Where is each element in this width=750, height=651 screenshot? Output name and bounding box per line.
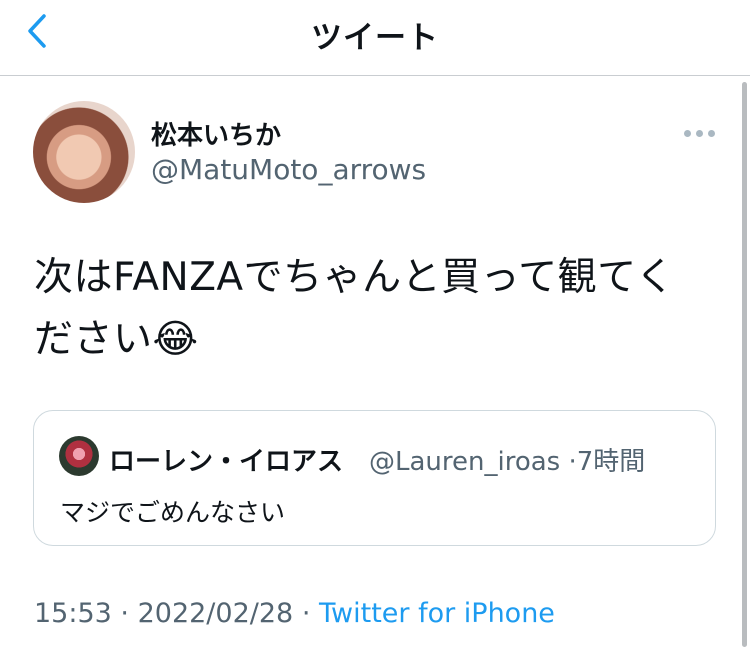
quoted-time: 7時間 xyxy=(576,447,646,477)
quoted-text: マジでごめんなさい xyxy=(60,498,286,527)
tweet-text-line: 次はFANZAでちゃんと買って観てく xyxy=(34,255,675,300)
tweet-text-line: ださい😂 xyxy=(34,317,199,362)
separator: · xyxy=(568,447,577,477)
tweet-date: 2022/02/28 xyxy=(137,598,294,629)
tweet-text: 次はFANZAでちゃんと買って観てく ださい😂 xyxy=(34,247,724,371)
quoted-avatar xyxy=(59,436,99,476)
tweet-time: 15:53 xyxy=(34,598,112,629)
tweet-footer: 15:53 · 2022/02/28 · Twitter for iPhone xyxy=(34,598,555,629)
avatar[interactable] xyxy=(33,101,135,203)
ellipsis-icon xyxy=(684,129,691,137)
quoted-handle: @Lauren_iroas xyxy=(369,447,561,477)
scrollbar[interactable] xyxy=(742,82,747,647)
quoted-tweet[interactable]: ローレン・イロアス @Lauren_iroas ·7時間 マジでごめんなさい xyxy=(33,410,716,546)
author-display-name[interactable]: 松本いちか xyxy=(151,115,281,152)
quoted-meta: @Lauren_iroas ·7時間 xyxy=(369,441,645,478)
tweet-source-link[interactable]: Twitter for iPhone xyxy=(319,598,555,629)
separator: · xyxy=(120,598,129,629)
quoted-display-name: ローレン・イロアス xyxy=(109,447,344,477)
author-handle[interactable]: @MatuMoto_arrows xyxy=(151,153,426,186)
separator: · xyxy=(301,598,311,629)
page-title: ツイート xyxy=(311,20,439,56)
navigation-bar: ツイート xyxy=(0,0,750,76)
more-options-button[interactable] xyxy=(684,123,718,143)
